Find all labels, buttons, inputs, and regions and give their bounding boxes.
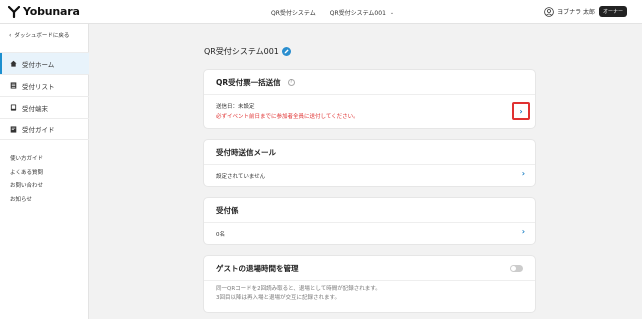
sidebar-links: 使い方ガイド よくある質問 お問い合わせ お知らせ — [10, 154, 43, 208]
reception-mail-title: 受付時送信メール — [204, 140, 535, 165]
chevron-right-icon: › — [519, 106, 523, 116]
exit-time-title: ゲストの退場時間を管理 — [204, 256, 535, 281]
send-warning: 必ずイベント前日までに参加者全員に送付してください。 — [216, 114, 359, 120]
usage-guide-link[interactable]: 使い方ガイド — [10, 154, 43, 168]
yobunara-logo-icon — [8, 5, 20, 18]
staff-title: 受付係 — [204, 198, 535, 223]
send-date: 送信日：未設定 — [216, 104, 255, 110]
sidebar-item-device[interactable]: 受付端末 — [0, 96, 89, 118]
home-icon — [10, 60, 17, 67]
page-title-text: QR受付システム001 — [204, 47, 279, 56]
reception-mail-card: 受付時送信メール 設定されていません › — [204, 140, 535, 186]
reception-mail-status: 設定されていません — [216, 174, 266, 180]
help-icon[interactable]: ? — [287, 78, 295, 86]
staff-row[interactable]: 0名 › — [204, 223, 535, 244]
chevron-left-icon: ‹ — [9, 31, 12, 39]
page-title: QR受付システム001 — [204, 46, 291, 57]
system-label[interactable]: QR受付システム — [271, 8, 316, 17]
sidebar-item-label: 受付ガイド — [22, 126, 55, 134]
bulk-send-card: QR受付票一括送信 ? 送信日：未設定 必ずイベント前日までに参加者全員に送付し… — [204, 70, 535, 128]
chevron-right-icon[interactable]: › — [522, 169, 525, 178]
system-select-value: QR受付システム001 — [329, 10, 386, 17]
sidebar-item-list[interactable]: 受付リスト — [0, 74, 89, 96]
brand-logo[interactable]: Yobunara — [8, 5, 80, 18]
staff-count: 0名 — [216, 232, 225, 238]
exit-time-line-1: 同一QRコードを2回読み取ると、退場として時間が記録されます。 — [216, 286, 381, 292]
top-bar: Yobunara QR受付システム QR受付システム001 ⌄ ヨブナラ 太郎 … — [0, 0, 642, 24]
user-name: ヨブナラ 太郎 — [557, 9, 595, 16]
sidebar-item-label: 受付端末 — [22, 104, 48, 113]
news-link[interactable]: お知らせ — [10, 195, 43, 209]
card-title: QR受付票一括送信 — [216, 77, 281, 87]
reception-mail-row[interactable]: 設定されていません › — [204, 165, 535, 186]
bulk-send-row[interactable]: 送信日：未設定 必ずイベント前日までに参加者全員に送付してください。 › — [204, 95, 535, 128]
contact-link[interactable]: お問い合わせ — [10, 181, 43, 195]
sidebar-item-label: 受付リスト — [22, 82, 55, 91]
exit-time-description: 同一QRコードを2回読み取ると、退場として時間が記録されます。 3回目以降は再入… — [204, 281, 535, 312]
back-to-dashboard-link[interactable]: ‹ ダッシュボードに戻る — [9, 31, 70, 40]
edit-icon[interactable] — [281, 47, 291, 56]
role-badge: オーナー — [598, 6, 627, 17]
sidebar: ‹ ダッシュボードに戻る 受付ホーム 受付リスト 受付端末 受付ガイド 使い方ガ… — [0, 24, 89, 319]
system-select[interactable]: QR受付システム001 ⌄ — [329, 8, 395, 18]
guide-icon — [10, 125, 17, 133]
chevron-down-icon: ⌄ — [389, 9, 395, 16]
user-menu[interactable]: ヨブナラ 太郎 オーナー — [544, 6, 627, 17]
list-icon — [10, 82, 17, 89]
staff-card: 受付係 0名 › — [204, 198, 535, 244]
sidebar-item-label: 受付ホーム — [22, 60, 55, 69]
card-title: ゲストの退場時間を管理 — [216, 263, 299, 273]
sidebar-item-home[interactable]: 受付ホーム — [0, 52, 89, 74]
exit-time-line-2: 3回目以降は再入場と退場が交互に記録されます。 — [216, 295, 340, 301]
sidebar-nav: 受付ホーム 受付リスト 受付端末 受付ガイド — [0, 52, 89, 140]
user-icon — [544, 6, 554, 17]
device-icon — [10, 104, 17, 111]
bulk-send-title: QR受付票一括送信 ? — [204, 70, 535, 95]
exit-time-card: ゲストの退場時間を管理 同一QRコードを2回読み取ると、退場として時間が記録され… — [204, 256, 535, 312]
chevron-right-icon[interactable]: › — [522, 227, 525, 236]
bulk-send-open-button[interactable]: › — [512, 102, 530, 120]
exit-time-toggle[interactable] — [510, 265, 523, 272]
faq-link[interactable]: よくある質問 — [10, 168, 43, 182]
sidebar-item-guide[interactable]: 受付ガイド — [0, 118, 89, 140]
back-label: ダッシュボードに戻る — [14, 33, 70, 39]
system-nav: QR受付システム QR受付システム001 ⌄ — [271, 8, 395, 18]
brand-name: Yobunara — [23, 5, 80, 18]
